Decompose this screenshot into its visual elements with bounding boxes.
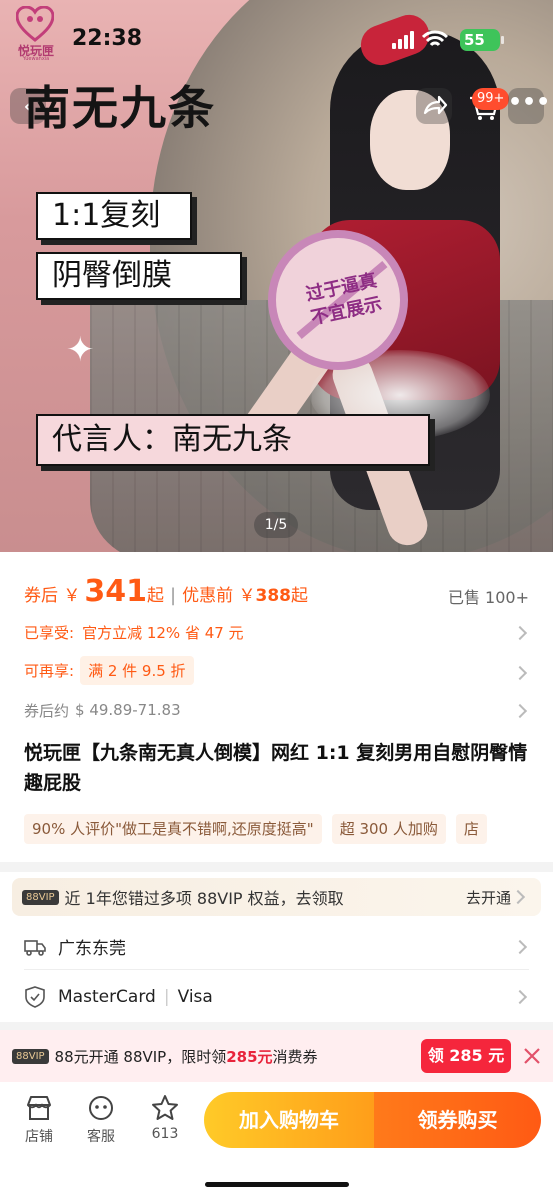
service-tab[interactable]: 客服 [76, 1094, 126, 1146]
shipping-origin: 广东东莞 [58, 939, 126, 959]
coupon-price-label: 券后 ￥ [24, 586, 81, 606]
discount-applied-label: 已享受: [24, 623, 75, 642]
hero-tag-spokesperson: 代言人：南无九条 [36, 414, 430, 466]
shop-label: 店铺 [25, 1129, 53, 1145]
promo-amount: 285元 [226, 1047, 273, 1066]
add-cart-count-chip[interactable]: 超 300 人加购 [331, 814, 446, 844]
truck-icon [24, 939, 46, 956]
product-title: 悦玩匣【九条南无真人倒模】网红 1:1 复刻男用自慰阴臀情趣屁股 [24, 742, 528, 794]
product-info-card: 券后 ￥ 341 起 | 优惠前 ￥ 388 起 已售 100+ 已享受: 官方… [0, 552, 553, 862]
brand-logo: 悦玩匣 Yuewanxia [8, 6, 64, 62]
favorite-count: 613 [151, 1126, 179, 1142]
star-icon [152, 1095, 178, 1120]
cart-count-badge: 99+ [472, 88, 510, 110]
promo-text-a: 88元开通 88VIP，限时领 [54, 1047, 227, 1066]
original-price-suffix: 起 [291, 586, 309, 606]
vip-badge: 88VIP [22, 889, 59, 905]
shield-check-icon [25, 986, 45, 1008]
coupon-price-suffix: 起 [147, 586, 165, 606]
vip-text: 近 1年您错过多项 88VIP 权益，去领取 [64, 889, 344, 908]
coupon-price-value: 341 [84, 574, 148, 609]
vip-promo-banner[interactable]: 88VIP 88元开通 88VIP，限时领 285元 消费券 领 285 元 [0, 1030, 553, 1082]
hero-title: 南无九条 [24, 81, 216, 135]
promo-text-b: 消费券 [272, 1047, 318, 1066]
favorite-tab[interactable]: 613 [140, 1094, 190, 1142]
review-chips: 90% 人评价"做工是真不错啊,还原度挺高" 超 300 人加购 店 [24, 814, 529, 844]
original-price-label: 优惠前 ￥ [182, 586, 256, 606]
price-row: 券后 ￥ 341 起 | 优惠前 ￥ 388 起 [24, 574, 309, 609]
add-to-cart-button[interactable]: 加入购物车 [204, 1092, 374, 1148]
stamp-text: 过于逼真 不宜展示 [304, 270, 384, 330]
share-icon [423, 95, 448, 115]
sold-count: 已售 100+ [447, 588, 529, 607]
hero-tag-replica: 1:1复刻 [36, 192, 192, 240]
vip-badge: 88VIP [12, 1048, 49, 1064]
signal-icon [392, 31, 414, 49]
extra-discount-chip: 满 2 件 9.5 折 [80, 655, 194, 685]
status-icons [392, 28, 448, 52]
more-icon: ••• [508, 90, 551, 115]
close-icon[interactable] [520, 1044, 544, 1068]
service-label: 客服 [87, 1129, 115, 1145]
chevron-right-icon [512, 665, 528, 681]
buy-with-coupon-button[interactable]: 领券购买 [374, 1092, 541, 1148]
price-range-text: $ 49.89-71.83 [75, 701, 181, 719]
extra-discount-label: 可再享: [24, 661, 75, 680]
service-card: 88VIP 近 1年您错过多项 88VIP 权益，去领取 去开通 广东东莞 Ma… [0, 872, 553, 1022]
payment-row[interactable]: MasterCard | Visa [24, 974, 529, 1020]
claim-coupon-button[interactable]: 领 285 元 [421, 1039, 511, 1073]
logo-subtext: Yuewanxia [22, 56, 50, 62]
image-pager: 1/5 [254, 512, 298, 538]
discount-applied-text: 官方立减 12% 省 47 元 [82, 623, 244, 642]
extra-discount-row[interactable]: 可再享: 满 2 件 9.5 折 [24, 654, 194, 686]
wifi-icon [422, 30, 448, 47]
chevron-right-icon [512, 703, 528, 719]
vip-open-link[interactable]: 去开通 [466, 887, 511, 908]
shop-tab[interactable]: 店铺 [14, 1094, 64, 1146]
payment-mastercard: MasterCard [58, 987, 156, 1007]
store-icon [27, 1096, 51, 1120]
product-image-carousel[interactable]: 悦玩匣 Yuewanxia 22:38 55 ‹ 南无九条 99+ ••• 1:… [0, 0, 553, 552]
price-range-row[interactable]: 券后约 $ 49.89-71.83 [24, 694, 181, 726]
price-range-label: 券后约 [24, 701, 70, 720]
shipping-row[interactable]: 广东东莞 [24, 924, 529, 970]
heart-logo-icon [16, 6, 54, 42]
battery-icon: 55 [460, 29, 500, 51]
customer-service-icon [89, 1096, 113, 1120]
review-chip[interactable]: 90% 人评价"做工是真不错啊,还原度挺高" [24, 814, 322, 844]
sparkle-icon: ✦ [66, 330, 95, 370]
discount-applied-row[interactable]: 已享受: 官方立减 12% 省 47 元 [24, 616, 529, 648]
original-price-value: 388 [255, 586, 292, 606]
home-indicator [205, 1182, 349, 1187]
more-button[interactable]: ••• [508, 88, 550, 124]
vip-benefit-strip[interactable]: 88VIP 近 1年您错过多项 88VIP 权益，去领取 去开通 [12, 878, 541, 916]
share-button[interactable] [416, 88, 452, 124]
hero-tag-mold: 阴臀倒膜 [36, 252, 242, 300]
shop-chip[interactable]: 店 [455, 814, 487, 844]
bottom-action-bar: 店铺 客服 613 加入购物车 领券购买 [0, 1082, 553, 1200]
status-time: 22:38 [72, 26, 143, 51]
warning-stamp: 过于逼真 不宜展示 [268, 230, 408, 370]
payment-visa: Visa [177, 987, 213, 1007]
